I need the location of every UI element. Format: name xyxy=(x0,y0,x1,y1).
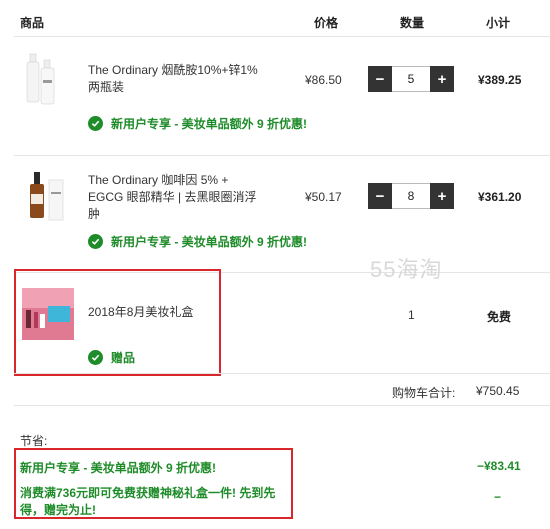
item-subtotal: ¥361.20 xyxy=(478,190,522,204)
promo-line: 新用户专享 - 美妆单品额外 9 折优惠! xyxy=(88,233,307,250)
increase-button[interactable]: + xyxy=(430,66,454,92)
header-quantity: 数量 xyxy=(400,16,425,30)
header-product: 商品 xyxy=(20,16,45,30)
savings-title: 节省: xyxy=(20,434,48,448)
row-divider xyxy=(14,405,550,406)
check-circle-icon xyxy=(88,116,103,131)
header-price: 价格 xyxy=(314,16,339,30)
promo-text: 新用户专享 - 美妆单品额外 9 折优惠! xyxy=(111,117,308,131)
product-thumbnail[interactable] xyxy=(22,50,74,108)
cart-total-label: 购物车合计: xyxy=(392,386,456,400)
highlight-box xyxy=(14,269,221,376)
item-quantity: 1 xyxy=(408,308,415,322)
cart-total-value: ¥750.45 xyxy=(476,384,520,398)
savings-amount: −¥83.41 xyxy=(477,459,521,473)
header-divider xyxy=(14,36,550,37)
savings-amount: − xyxy=(494,490,502,504)
highlight-box xyxy=(14,448,293,519)
decrease-button[interactable]: − xyxy=(368,66,392,92)
promo-text: 新用户专享 - 美妆单品额外 9 折优惠! xyxy=(111,235,308,249)
quantity-input[interactable]: 5 xyxy=(392,66,430,92)
header-subtotal: 小计 xyxy=(486,16,511,30)
item-subtotal: 免费 xyxy=(487,310,512,324)
check-circle-icon xyxy=(88,234,103,249)
quantity-stepper: − 5 + xyxy=(368,66,454,92)
product-thumbnail[interactable] xyxy=(22,168,74,226)
item-price: ¥50.17 xyxy=(305,190,342,204)
row-divider xyxy=(14,155,550,156)
promo-line: 新用户专享 - 美妆单品额外 9 折优惠! xyxy=(88,115,307,132)
product-name[interactable]: The Ordinary 咖啡因 5% + EGCG 眼部精华 | 去黑眼圈消浮… xyxy=(88,172,266,223)
increase-button[interactable]: + xyxy=(430,183,454,209)
quantity-stepper: − 8 + xyxy=(368,183,454,209)
item-subtotal: ¥389.25 xyxy=(478,73,522,87)
quantity-input[interactable]: 8 xyxy=(392,183,430,209)
product-name[interactable]: The Ordinary 烟酰胺10%+锌1% 两瓶装 xyxy=(88,62,273,96)
row-divider xyxy=(14,373,550,374)
decrease-button[interactable]: − xyxy=(368,183,392,209)
watermark-logo: 55海淘 xyxy=(370,257,443,282)
item-price: ¥86.50 xyxy=(305,73,342,87)
